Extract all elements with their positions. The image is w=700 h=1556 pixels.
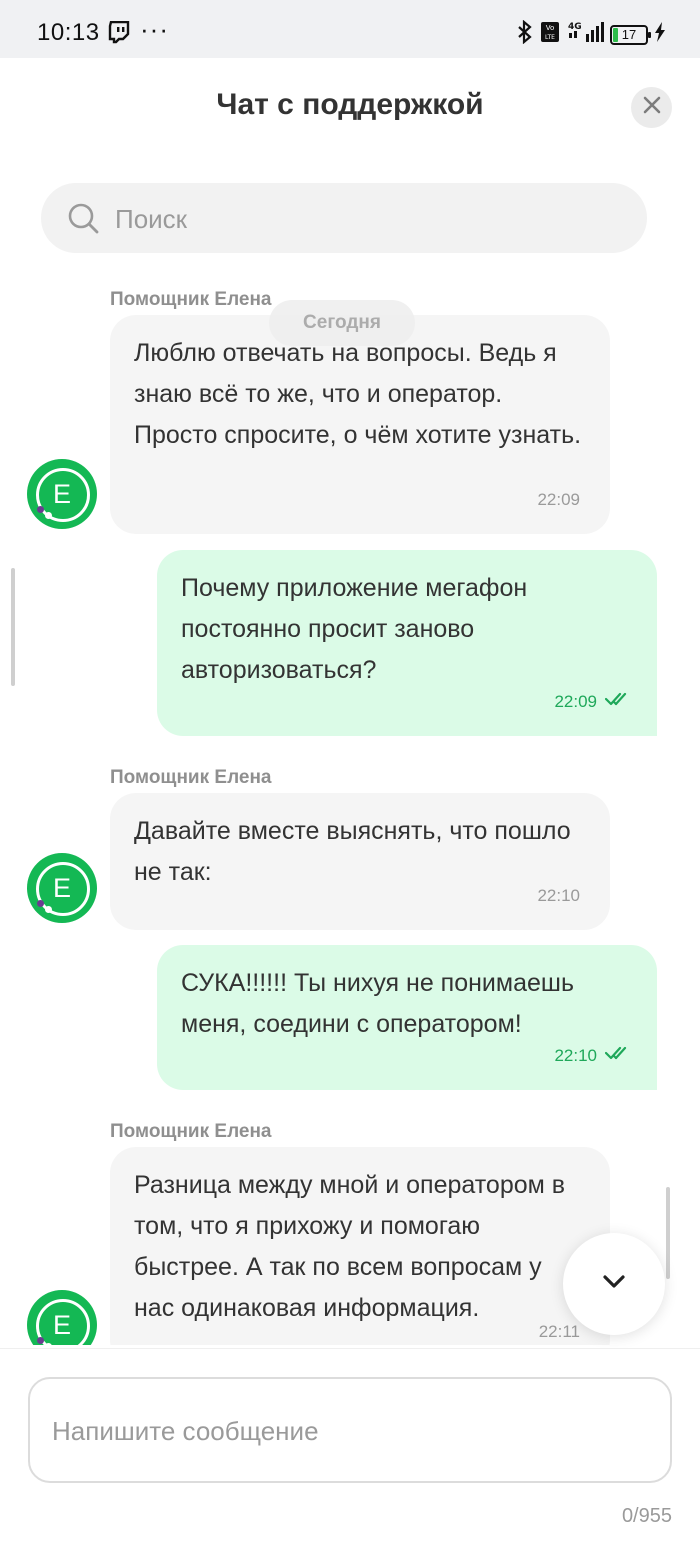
- svg-text:Vo: Vo: [546, 24, 555, 32]
- more-notifications-icon: ···: [140, 14, 169, 44]
- message-time: 22:09: [554, 692, 597, 711]
- chevron-down-icon: [602, 1274, 626, 1295]
- message-text: Давайте вместе выяснять, что пошло не та…: [134, 817, 571, 886]
- character-counter: 0/955: [621, 1505, 672, 1527]
- message-text: Разница между мной и оператором в том, ч…: [134, 1171, 566, 1322]
- incoming-message[interactable]: Давайте вместе выяснять, что пошло не та…: [110, 793, 610, 930]
- message-meta: 22:09: [554, 681, 631, 722]
- volte-icon: Vo LTE: [540, 21, 560, 48]
- search-icon: [68, 203, 100, 240]
- close-button[interactable]: [631, 87, 672, 128]
- signal-icon: 4G: [566, 20, 604, 49]
- avatar-letter: Е: [52, 479, 71, 509]
- message-time: 22:10: [554, 1046, 597, 1065]
- date-separator: Сегодня: [269, 300, 415, 346]
- status-bar: 10:13 ··· Vo LTE 4G 17: [0, 0, 700, 58]
- message-text: Почему приложение мегафон постоянно прос…: [181, 574, 528, 684]
- message-text: СУКА!!!!!! Ты нихуя не понимаешь меня, с…: [181, 969, 574, 1038]
- read-ticks-icon: [604, 1035, 631, 1076]
- incoming-message[interactable]: Люблю отвечать на вопросы. Ведь я знаю в…: [110, 315, 610, 534]
- bluetooth-icon: [516, 19, 534, 49]
- message-time: 22:10: [537, 886, 580, 905]
- svg-text:4G: 4G: [568, 22, 582, 32]
- status-time: 10:13: [37, 19, 100, 46]
- search-bar[interactable]: [41, 183, 647, 255]
- outgoing-message[interactable]: Почему приложение мегафон постоянно прос…: [157, 550, 657, 736]
- message-input[interactable]: [50, 1379, 654, 1483]
- composer-divider: [0, 1348, 700, 1349]
- assistant-avatar: Е: [27, 1290, 97, 1345]
- charging-icon: [654, 22, 666, 47]
- twitch-icon: [108, 20, 130, 50]
- assistant-avatar: Е: [27, 853, 97, 923]
- chat-messages[interactable]: Помощник Елена Люблю отвечать на вопросы…: [0, 270, 700, 1345]
- page-title: Чат с поддержкой: [216, 88, 484, 121]
- battery-level: 17: [621, 26, 637, 42]
- scroll-to-bottom-button[interactable]: [563, 1233, 665, 1335]
- search-input[interactable]: [113, 183, 617, 255]
- close-icon: [643, 96, 661, 119]
- message-text: Люблю отвечать на вопросы. Ведь я знаю в…: [134, 339, 582, 449]
- sender-name: Помощник Елена: [110, 289, 272, 310]
- outgoing-message[interactable]: СУКА!!!!!! Ты нихуя не понимаешь меня, с…: [157, 945, 657, 1090]
- incoming-message[interactable]: Разница между мной и оператором в том, ч…: [110, 1147, 610, 1345]
- message-composer[interactable]: [28, 1377, 672, 1483]
- read-ticks-icon: [604, 681, 631, 722]
- avatar-letter: Е: [52, 873, 71, 903]
- message-time: 22:09: [537, 490, 580, 509]
- message-meta: 22:10: [554, 1035, 631, 1076]
- battery-icon: 17: [610, 24, 651, 45]
- scrollbar-left[interactable]: [11, 568, 15, 686]
- status-indicators: Vo LTE 4G 17: [516, 19, 666, 49]
- svg-text:LTE: LTE: [545, 34, 555, 41]
- sender-name: Помощник Елена: [110, 767, 272, 788]
- sender-name: Помощник Елена: [110, 1121, 272, 1142]
- scrollbar[interactable]: [666, 1187, 670, 1279]
- assistant-avatar: Е: [27, 459, 97, 529]
- avatar-letter: Е: [52, 1310, 71, 1340]
